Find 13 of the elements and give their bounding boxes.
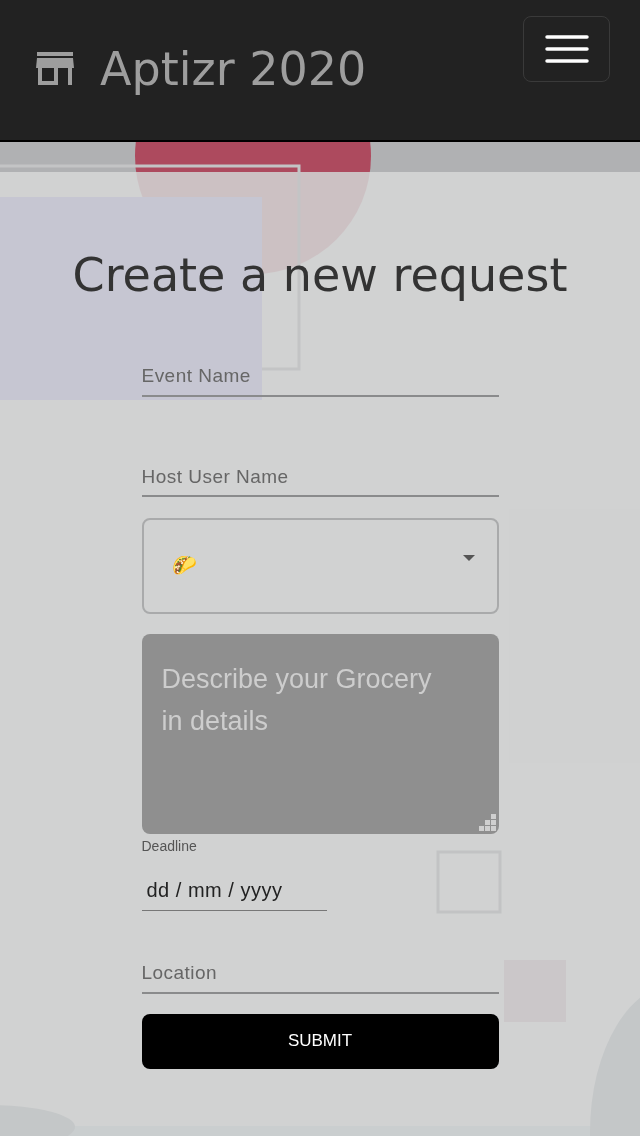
select-value: 🌮 — [171, 552, 197, 578]
host-user-name-field[interactable]: Host User Name — [141, 462, 499, 497]
event-name-field[interactable]: Event Name — [141, 362, 499, 397]
menu-button[interactable] — [523, 16, 610, 82]
deadline-field[interactable]: dd / mm / yyyy — [141, 875, 327, 911]
location-field[interactable]: Location — [141, 959, 499, 994]
resize-handle-icon — [478, 814, 497, 832]
submit-button[interactable]: SUBMIT — [141, 1013, 499, 1069]
description-placeholder: Describe your Grocery in details — [161, 663, 433, 738]
store-icon — [36, 52, 74, 86]
menu-icon — [544, 34, 589, 64]
dropdown-caret-icon — [462, 555, 475, 561]
deadline-label: Deadline — [141, 837, 198, 856]
